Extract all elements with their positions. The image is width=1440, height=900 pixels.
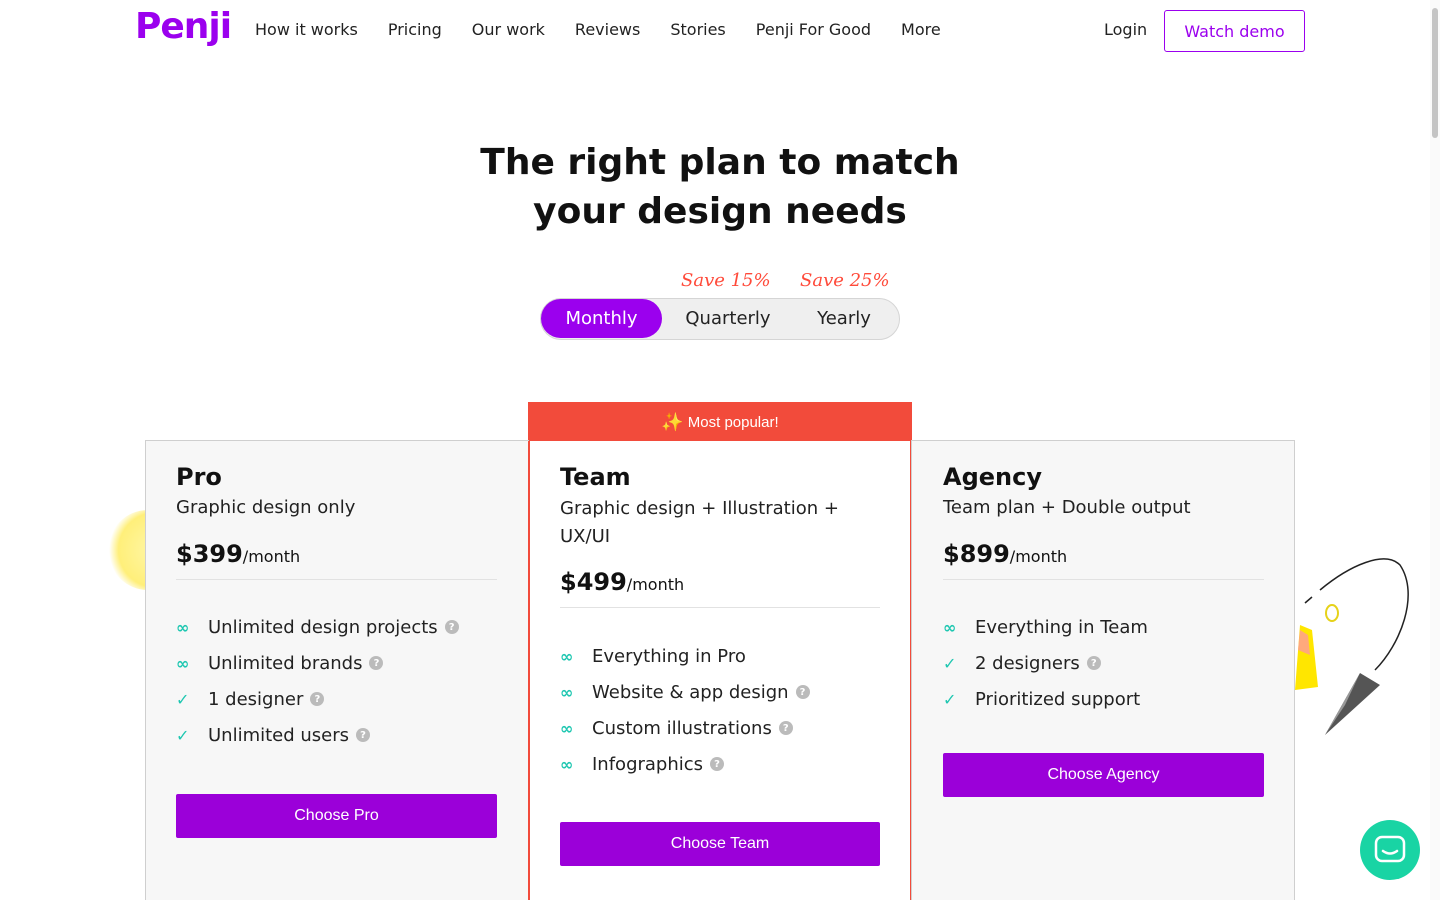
- help-icon[interactable]: ?: [710, 757, 725, 771]
- feature-list: ∞ Unlimited design projects? ∞ Unlimited b…: [176, 609, 459, 753]
- plan-description: Graphic design only: [176, 497, 356, 518]
- help-icon[interactable]: ?: [444, 620, 459, 634]
- help-icon[interactable]: ?: [1086, 656, 1101, 670]
- sparkle-icon: ✨: [661, 411, 684, 432]
- save-yearly-label: Save 25%: [800, 270, 890, 291]
- check-icon: ✓: [176, 689, 190, 709]
- nav-link-more[interactable]: More: [901, 20, 941, 39]
- nav-link-penji-for-good[interactable]: Penji For Good: [756, 20, 871, 39]
- price-period: /month: [626, 575, 685, 594]
- plan-card-pro: Pro Graphic design only $399/month ∞ Unli…: [145, 440, 529, 900]
- billing-option-monthly[interactable]: Monthly: [541, 299, 662, 338]
- plan-card-team: Team Graphic design + Illustration + UX/U…: [528, 441, 912, 900]
- title-line-2: your design needs: [533, 191, 907, 232]
- list-item: ∞ Custom illustrations?: [560, 710, 810, 746]
- check-icon: ✓: [176, 725, 190, 745]
- scrollbar-thumb[interactable]: [1432, 8, 1438, 138]
- price-period: /month: [242, 547, 301, 566]
- nav-link-our-work[interactable]: Our work: [472, 20, 545, 39]
- list-item: ∞ Everything in Pro: [560, 645, 746, 667]
- list-item: ∞ Unlimited design projects?: [176, 609, 459, 645]
- plan-name: Team: [560, 463, 631, 491]
- check-icon: ✓: [943, 689, 957, 709]
- choose-agency-button[interactable]: Choose Agency: [943, 753, 1264, 797]
- infinity-icon: ∞: [943, 617, 957, 637]
- save-quarterly-label: Save 15%: [681, 270, 771, 291]
- plan-description: Team plan + Double output: [943, 497, 1191, 518]
- infinity-icon: ∞: [560, 754, 574, 774]
- plan-card-agency: Agency Team plan + Double output $899/mo…: [911, 440, 1295, 900]
- infinity-icon: ∞: [560, 646, 574, 666]
- plan-description: Graphic design + Illustration + UX/UI: [560, 498, 839, 547]
- price-amount: $499: [560, 568, 627, 596]
- infinity-icon: ∞: [176, 617, 190, 637]
- list-item: ∞ Unlimited brands?: [176, 645, 459, 681]
- paper-rocket-illustration: [1295, 558, 1409, 735]
- chat-launcher-button[interactable]: [1360, 820, 1420, 880]
- divider: [176, 579, 497, 580]
- list-item: ✓ 1 designer?: [176, 681, 459, 717]
- list-item: ∞ Everything in Team: [943, 616, 1148, 638]
- help-icon[interactable]: ?: [795, 685, 810, 699]
- most-popular-label: Most popular!: [687, 413, 779, 431]
- plan-price: $499/month: [560, 568, 684, 596]
- list-item: ∞ Website & app design?: [560, 674, 810, 710]
- divider: [943, 579, 1264, 580]
- infinity-icon: ∞: [560, 718, 574, 738]
- nav-link-stories[interactable]: Stories: [670, 20, 725, 39]
- page-scrollbar[interactable]: [1430, 0, 1440, 900]
- plan-price: $399/month: [176, 540, 300, 568]
- infinity-icon: ∞: [176, 653, 190, 673]
- chat-icon: [1374, 835, 1406, 863]
- top-navigation: Penji How it works Pricing Our work Revi…: [0, 0, 1440, 62]
- price-amount: $399: [176, 540, 243, 568]
- price-amount: $899: [943, 540, 1010, 568]
- penji-logo[interactable]: Penji: [135, 6, 232, 47]
- billing-period-toggle: Monthly Quarterly Yearly: [540, 298, 900, 340]
- feature-list: ∞ Everything in Team ✓ 2 designers? ✓ Prior…: [943, 609, 1148, 717]
- help-icon[interactable]: ?: [356, 728, 371, 742]
- title-line-1: The right plan to match: [480, 142, 960, 183]
- list-item: ✓ Prioritized support: [943, 688, 1141, 710]
- divider: [560, 607, 880, 608]
- nav-link-reviews[interactable]: Reviews: [575, 20, 640, 39]
- plan-name: Agency: [943, 463, 1042, 491]
- login-link[interactable]: Login: [1104, 20, 1147, 39]
- list-item: ✓ Unlimited users?: [176, 717, 459, 753]
- choose-team-button[interactable]: Choose Team: [560, 822, 880, 866]
- billing-option-quarterly[interactable]: Quarterly: [667, 299, 789, 338]
- plan-name: Pro: [176, 463, 222, 491]
- price-period: /month: [1009, 547, 1068, 566]
- list-item: ∞ Infographics?: [560, 746, 810, 782]
- nav-link-pricing[interactable]: Pricing: [388, 20, 442, 39]
- most-popular-badge: ✨ Most popular!: [528, 402, 912, 442]
- check-icon: ✓: [943, 653, 957, 673]
- watch-demo-button[interactable]: Watch demo: [1164, 10, 1305, 52]
- billing-option-yearly[interactable]: Yearly: [789, 299, 899, 338]
- list-item: ✓ 2 designers?: [943, 645, 1148, 681]
- choose-pro-button[interactable]: Choose Pro: [176, 794, 497, 838]
- feature-list: ∞ Everything in Pro ∞ Website & app design…: [560, 638, 810, 782]
- nav-links: How it works Pricing Our work Reviews St…: [255, 20, 941, 39]
- infinity-icon: ∞: [560, 682, 574, 702]
- plan-price: $899/month: [943, 540, 1067, 568]
- help-icon[interactable]: ?: [778, 721, 793, 735]
- help-icon[interactable]: ?: [369, 656, 384, 670]
- page-title: The right plan to match your design need…: [420, 138, 1020, 236]
- nav-link-how-it-works[interactable]: How it works: [255, 20, 358, 39]
- help-icon[interactable]: ?: [310, 692, 325, 706]
